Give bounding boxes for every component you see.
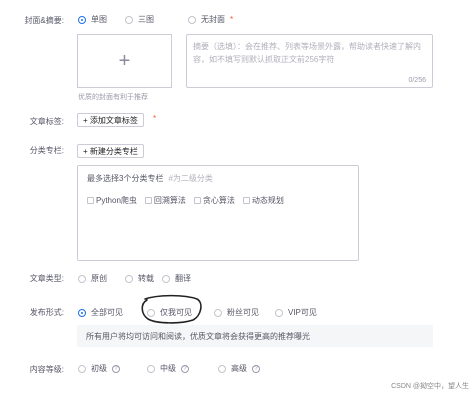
required-mark: * xyxy=(230,15,234,24)
help-icon[interactable]: ? xyxy=(252,364,260,373)
article-type-translate[interactable]: 翻译 xyxy=(162,273,191,284)
add-tag-button[interactable]: + 添加文章标签 xyxy=(77,113,144,127)
content-level-beginner[interactable]: 初级 ? xyxy=(78,363,120,374)
category-label: 分类专栏: xyxy=(29,146,64,155)
tags-label: 文章标签: xyxy=(29,117,64,126)
publish-label: 发布形式: xyxy=(29,308,64,317)
help-icon[interactable]: ? xyxy=(181,364,189,373)
radio-icon[interactable] xyxy=(188,15,196,24)
category-option-label: 动态规划 xyxy=(251,196,284,205)
hand-drawn-circle-annotation xyxy=(141,294,202,324)
category-option-python[interactable]: Python爬虫 xyxy=(87,195,137,206)
content-level-advanced[interactable]: 高级 ? xyxy=(218,363,260,374)
category-option-label: 回溯算法 xyxy=(153,196,186,205)
category-option-label: Python爬虫 xyxy=(96,196,137,205)
checkbox-icon[interactable] xyxy=(87,197,94,204)
summary-char-count: 0/256 xyxy=(408,77,426,84)
help-icon[interactable]: ? xyxy=(112,364,120,373)
radio-icon[interactable] xyxy=(78,274,86,283)
cover-option-label: 三图 xyxy=(138,15,154,24)
checkbox-icon[interactable] xyxy=(144,197,152,204)
category-prompt-row: 最多选择3个分类专栏 #为二级分类 xyxy=(87,173,213,184)
publish-option-fans[interactable]: 粉丝可见 xyxy=(214,307,259,318)
content-level-intermediate[interactable]: 中级 ? xyxy=(147,363,189,374)
add-tag-button-label: + 添加文章标签 xyxy=(83,115,138,125)
article-type-original[interactable]: 原创 xyxy=(78,273,107,284)
article-type-option-label: 转载 xyxy=(138,274,154,283)
required-mark: * xyxy=(153,114,157,123)
watermark: CSDN @拗空中，望人生 xyxy=(391,383,469,390)
radio-icon[interactable] xyxy=(125,15,133,24)
radio-icon[interactable] xyxy=(78,364,86,373)
plus-icon: + xyxy=(118,50,131,72)
category-option-backtracking[interactable]: 回溯算法 xyxy=(144,195,186,206)
checkbox-icon[interactable] xyxy=(193,197,201,204)
article-type-label: 文章类型: xyxy=(29,274,64,283)
cover-option-three[interactable]: 三图 xyxy=(125,14,154,25)
radio-icon[interactable] xyxy=(214,308,222,317)
publish-note-banner: 所有用户将均可访问和阅读，优质文章将会获得更高的推荐曝光 xyxy=(77,325,433,347)
cover-label: 封面&摘要: xyxy=(24,16,64,25)
category-options: Python爬虫 回溯算法 贪心算法 动态规划 xyxy=(87,195,284,206)
radio-icon[interactable] xyxy=(218,364,226,373)
radio-icon-checked[interactable] xyxy=(78,308,86,317)
article-type-option-label: 翻译 xyxy=(175,274,191,283)
publish-option-label: 全部可见 xyxy=(91,308,123,317)
publish-option-label: VIP可见 xyxy=(288,308,317,317)
publish-option-all[interactable]: 全部可见 xyxy=(78,307,123,318)
cover-option-single[interactable]: 单图 xyxy=(78,14,107,25)
radio-icon[interactable] xyxy=(125,274,133,283)
radio-icon-checked[interactable] xyxy=(78,15,86,24)
new-category-button[interactable]: + 新建分类专栏 xyxy=(77,144,144,158)
category-option-greedy[interactable]: 贪心算法 xyxy=(193,195,235,206)
publish-option-vip[interactable]: VIP可见 xyxy=(275,307,317,318)
content-level-option-label: 高级 xyxy=(231,364,247,373)
content-level-option-label: 中级 xyxy=(160,364,176,373)
radio-icon[interactable] xyxy=(162,274,170,283)
category-select-box[interactable]: 最多选择3个分类专栏 #为二级分类 Python爬虫 回溯算法 贪心算法 动态规… xyxy=(77,165,359,261)
cover-option-label: 无封面 xyxy=(201,15,225,24)
category-prompt: 最多选择3个分类专栏 xyxy=(87,174,164,183)
checkbox-icon[interactable] xyxy=(242,197,250,204)
content-level-option-label: 初级 xyxy=(91,364,107,373)
cover-upload-hint: 优质的封面有利于推荐 xyxy=(78,94,148,101)
category-option-dp[interactable]: 动态规划 xyxy=(242,195,284,206)
radio-icon[interactable] xyxy=(147,364,155,373)
cover-option-none[interactable]: 无封面 * xyxy=(188,14,233,25)
category-hint: #为二级分类 xyxy=(168,174,213,183)
article-type-repost[interactable]: 转载 xyxy=(125,273,154,284)
cover-option-label: 单图 xyxy=(91,15,107,24)
category-option-label: 贪心算法 xyxy=(202,196,235,205)
summary-textarea[interactable]: 摘要（选填）：会在推荐、列表等场景外露，帮助读者快速了解内容，如不填写则默认抓取… xyxy=(186,34,433,88)
publish-option-label: 粉丝可见 xyxy=(227,308,259,317)
radio-icon[interactable] xyxy=(275,308,283,317)
new-category-button-label: + 新建分类专栏 xyxy=(83,146,138,156)
cover-upload-box[interactable]: + xyxy=(77,34,172,88)
content-level-label: 内容等级: xyxy=(29,365,64,374)
publish-note-text: 所有用户将均可访问和阅读，优质文章将会获得更高的推荐曝光 xyxy=(86,331,310,341)
article-type-option-label: 原创 xyxy=(91,274,107,283)
summary-placeholder: 摘要（选填）：会在推荐、列表等场景外露，帮助读者快速了解内容，如不填写则默认抓取… xyxy=(193,42,421,64)
